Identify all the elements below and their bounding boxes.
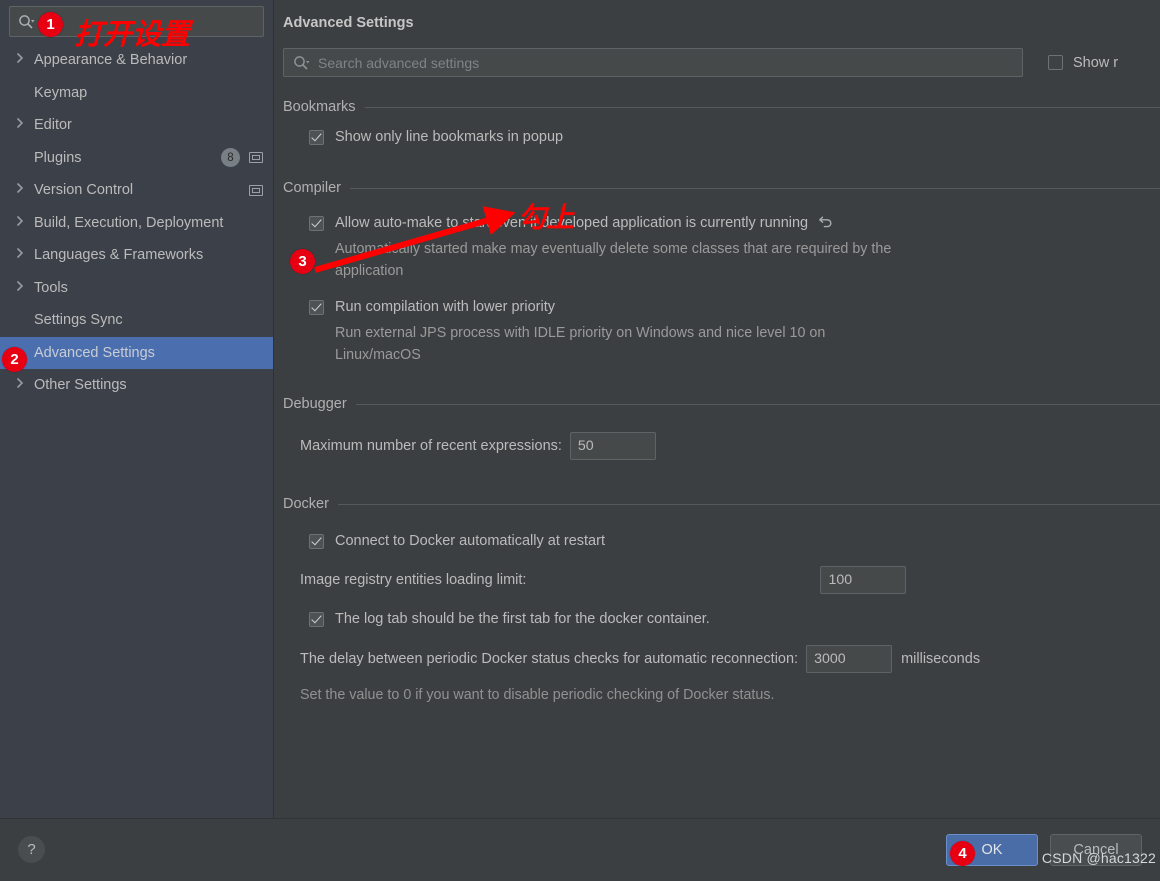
sidebar-item-label: Advanced Settings bbox=[34, 344, 155, 361]
sidebar-item-build-execution-deployment[interactable]: Build, Execution, Deployment bbox=[0, 207, 273, 240]
group-divider bbox=[364, 106, 1160, 108]
option-log-tab-first[interactable]: The log tab should be the first tab for … bbox=[274, 610, 1160, 628]
group-title: Bookmarks bbox=[283, 99, 356, 115]
option-description: Automatically started make may eventuall… bbox=[335, 241, 892, 279]
group-debugger: Debugger bbox=[274, 396, 1160, 412]
sidebar-item-label: Languages & Frameworks bbox=[34, 247, 204, 264]
sidebar-item-label: Tools bbox=[34, 279, 68, 296]
option-label: Run compilation with lower priority bbox=[335, 299, 555, 315]
field-label: Maximum number of recent expressions: bbox=[300, 438, 562, 454]
step-marker-4: 4 bbox=[950, 841, 975, 866]
max-recent-expressions-input[interactable] bbox=[569, 432, 656, 460]
group-divider bbox=[355, 403, 1160, 405]
sidebar-item-advanced-settings[interactable]: Advanced Settings bbox=[0, 336, 273, 369]
log-tab-first-checkbox[interactable] bbox=[309, 612, 324, 627]
project-scope-icon bbox=[249, 184, 263, 196]
chevron-right-icon bbox=[16, 247, 30, 263]
option-allow-auto-make[interactable]: Allow auto-make to start even if develop… bbox=[274, 214, 1160, 232]
annotation-open-settings: 打开设置 bbox=[74, 19, 191, 51]
show-modified-checkbox[interactable] bbox=[1048, 55, 1063, 70]
search-icon bbox=[19, 14, 35, 29]
option-description: Run external JPS process with IDLE prior… bbox=[335, 325, 826, 363]
allow-auto-make-checkbox[interactable] bbox=[309, 216, 324, 231]
sidebar-item-settings-sync[interactable]: Settings Sync bbox=[0, 304, 273, 337]
sidebar-item-editor[interactable]: Editor bbox=[0, 109, 273, 142]
option-label: Show only line bookmarks in popup bbox=[335, 129, 564, 145]
chevron-right-icon bbox=[16, 182, 30, 198]
chevron-right-icon bbox=[16, 52, 30, 68]
show-only-line-bookmarks-checkbox[interactable] bbox=[309, 130, 324, 145]
project-scope-icon bbox=[249, 152, 263, 164]
sidebar-item-label: Build, Execution, Deployment bbox=[34, 214, 224, 231]
option-run-compilation-lower-priority[interactable]: Run compilation with lower priority bbox=[274, 298, 1160, 316]
watermark-text: CSDN @hac1322 bbox=[1041, 850, 1156, 866]
sidebar-item-label: Editor bbox=[34, 117, 72, 134]
chevron-right-icon bbox=[16, 117, 30, 133]
plugins-update-badge: 8 bbox=[221, 148, 240, 168]
advanced-search-row: Search advanced settings Show r bbox=[274, 48, 1160, 77]
chevron-right-icon bbox=[16, 215, 30, 231]
help-button[interactable]: ? bbox=[18, 836, 45, 863]
docker-status-note: Set the value to 0 if you want to disabl… bbox=[300, 687, 775, 703]
sidebar-item-label: Plugins bbox=[34, 149, 82, 166]
sidebar-item-adornments: 8 bbox=[221, 148, 263, 168]
page-title: Advanced Settings bbox=[283, 15, 414, 31]
sidebar-item-keymap[interactable]: Keymap bbox=[0, 77, 273, 110]
sidebar-item-plugins[interactable]: Plugins 8 bbox=[0, 142, 273, 175]
connect-docker-at-restart-checkbox[interactable] bbox=[309, 534, 324, 549]
sidebar-item-label: Keymap bbox=[34, 84, 88, 101]
sidebar-item-label: Settings Sync bbox=[34, 312, 123, 329]
sidebar-item-label: Appearance & Behavior bbox=[34, 52, 188, 69]
run-compilation-lower-priority-checkbox[interactable] bbox=[309, 300, 324, 315]
settings-tree: Appearance & Behavior Keymap Editor Plug… bbox=[0, 44, 273, 402]
advanced-search-box[interactable]: Search advanced settings bbox=[283, 48, 1023, 77]
group-title: Debugger bbox=[283, 396, 347, 412]
step-marker-3: 3 bbox=[290, 249, 315, 274]
option-show-only-line-bookmarks[interactable]: Show only line bookmarks in popup bbox=[274, 128, 1160, 146]
settings-sidebar: Appearance & Behavior Keymap Editor Plug… bbox=[0, 0, 274, 818]
field-docker-status-delay: The delay between periodic Docker status… bbox=[274, 645, 1160, 673]
sidebar-item-label: Other Settings bbox=[34, 377, 127, 394]
group-title: Compiler bbox=[283, 180, 342, 196]
field-label: The delay between periodic Docker status… bbox=[300, 651, 799, 667]
chevron-right-icon bbox=[16, 377, 30, 393]
sidebar-item-tools[interactable]: Tools bbox=[0, 272, 273, 305]
settings-dialog: Appearance & Behavior Keymap Editor Plug… bbox=[0, 0, 1160, 881]
step-marker-2: 2 bbox=[2, 347, 27, 372]
docker-status-delay-input[interactable] bbox=[806, 645, 893, 673]
chevron-right-icon bbox=[16, 280, 30, 296]
field-unit-label: milliseconds bbox=[901, 651, 981, 667]
advanced-settings-panel: Advanced Settings Search advanced settin… bbox=[274, 0, 1160, 818]
sidebar-item-label: Version Control bbox=[34, 182, 134, 199]
group-bookmarks: Bookmarks bbox=[274, 99, 1160, 115]
revert-icon[interactable] bbox=[818, 214, 834, 232]
annotation-check-it: 勾上 bbox=[518, 203, 575, 234]
option-connect-docker-at-restart[interactable]: Connect to Docker automatically at resta… bbox=[274, 532, 1160, 550]
sidebar-item-languages-frameworks[interactable]: Languages & Frameworks bbox=[0, 239, 273, 272]
field-image-registry-limit: Image registry entities loading limit: bbox=[274, 566, 1160, 594]
search-icon bbox=[294, 55, 310, 70]
sidebar-item-version-control[interactable]: Version Control bbox=[0, 174, 273, 207]
sidebar-item-adornments bbox=[249, 184, 263, 196]
dialog-body: Appearance & Behavior Keymap Editor Plug… bbox=[0, 0, 1160, 818]
advanced-search-placeholder: Search advanced settings bbox=[318, 54, 480, 71]
image-registry-limit-input[interactable] bbox=[820, 566, 907, 594]
group-divider bbox=[337, 503, 1160, 505]
show-modified-label: Show r bbox=[1073, 54, 1119, 71]
group-compiler: Compiler bbox=[274, 180, 1160, 196]
field-label: Image registry entities loading limit: bbox=[300, 572, 527, 588]
show-modified-toggle[interactable]: Show r bbox=[1048, 55, 1118, 71]
option-label: The log tab should be the first tab for … bbox=[335, 611, 710, 627]
step-marker-1: 1 bbox=[38, 12, 63, 37]
field-max-recent-expressions: Maximum number of recent expressions: bbox=[274, 432, 1160, 460]
group-docker: Docker bbox=[274, 496, 1160, 512]
dialog-footer: ? OK Cancel CSDN @hac1322 bbox=[0, 818, 1160, 880]
group-title: Docker bbox=[283, 496, 329, 512]
option-label: Connect to Docker automatically at resta… bbox=[335, 533, 605, 549]
group-divider bbox=[350, 187, 1160, 189]
sidebar-item-other-settings[interactable]: Other Settings bbox=[0, 369, 273, 402]
